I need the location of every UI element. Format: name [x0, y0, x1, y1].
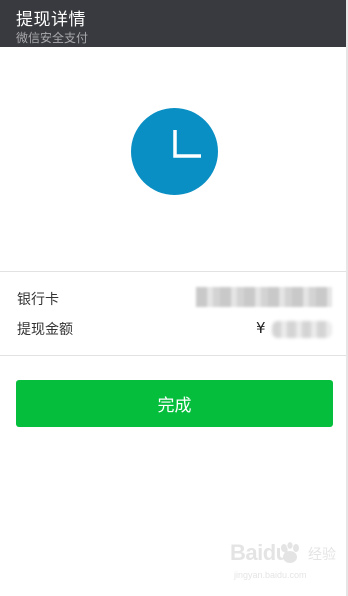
watermark-url: jingyan.baidu.com [234, 570, 307, 580]
header-bar: 提现详情 微信安全支付 [0, 0, 348, 47]
paw-icon [278, 542, 302, 564]
bank-card-label: 银行卡 [17, 292, 59, 308]
page-title: 提现详情 [16, 10, 86, 30]
withdraw-details: 银行卡 提现金额 ¥ [0, 272, 348, 356]
amount-label: 提现金额 [17, 322, 73, 338]
bank-card-value-redacted [196, 287, 332, 307]
baidu-jingyan-watermark: Baidu 经验 jingyan.baidu.com [226, 540, 336, 588]
status-section [0, 47, 348, 272]
done-button[interactable]: 完成 [16, 380, 333, 427]
amount-value-redacted [272, 321, 332, 338]
clock-icon [131, 108, 218, 195]
page-subtitle: 微信安全支付 [16, 31, 89, 45]
currency-symbol: ¥ [256, 319, 266, 337]
bank-card-row: 银行卡 [0, 285, 348, 313]
amount-row: 提现金额 ¥ [0, 315, 348, 343]
watermark-suffix: 经验 [308, 547, 336, 563]
